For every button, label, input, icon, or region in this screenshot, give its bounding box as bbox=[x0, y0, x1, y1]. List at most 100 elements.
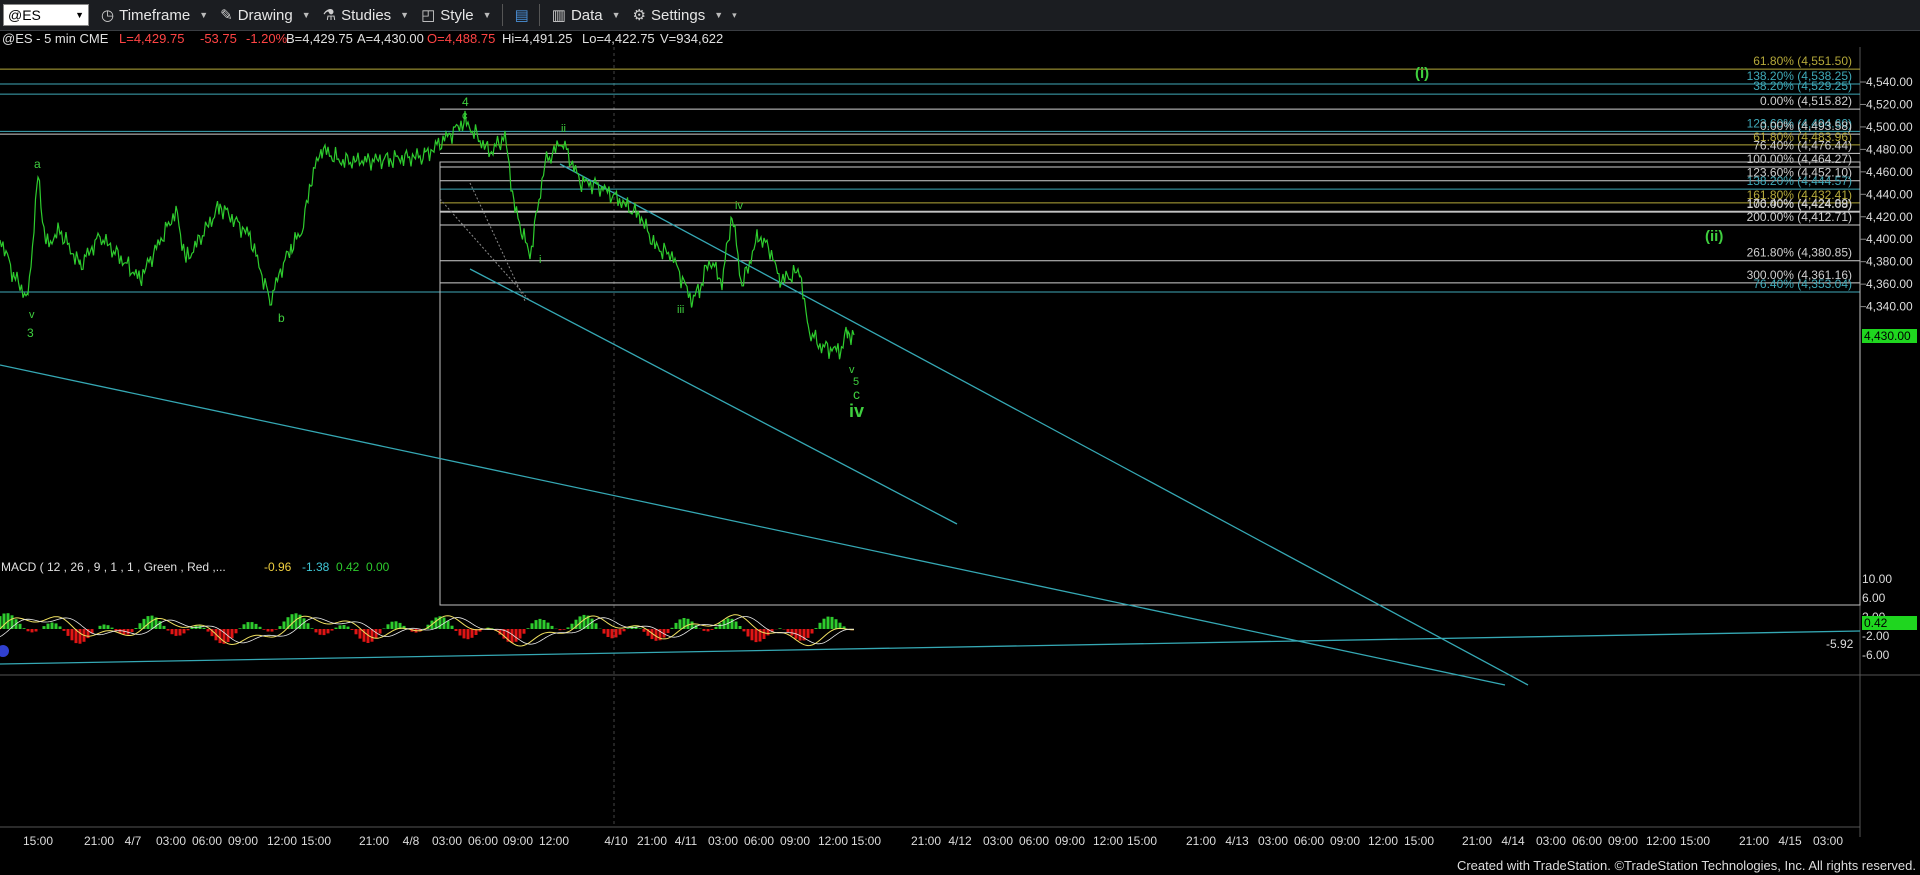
time-tick-label: 21:00 bbox=[911, 834, 941, 848]
time-tick-label: 06:00 bbox=[744, 834, 774, 848]
macd-value-4: 0.00 bbox=[366, 560, 390, 574]
macd-label: MACD ( 12 , 26 , 9 , 1 , 1 , Green , Red… bbox=[1, 560, 226, 574]
window-layout-icon: ▤ bbox=[514, 7, 529, 24]
chevron-down-icon: ▼ bbox=[714, 10, 724, 20]
chevron-down-icon: ▼ bbox=[611, 10, 621, 20]
chevron-down-icon: ▼ bbox=[400, 10, 410, 20]
time-tick-label: 15:00 bbox=[1680, 834, 1710, 848]
fib-level-label: 138.20% (4,444.57) bbox=[1747, 174, 1852, 188]
price-tick-label: 4,460.00 bbox=[1866, 165, 1913, 179]
bar-chart-icon: ▥ bbox=[551, 7, 566, 24]
price-tick-label: 4,400.00 bbox=[1866, 232, 1913, 246]
wave-label-i-paren: (i) bbox=[1415, 65, 1429, 82]
gear-icon: ⚙ bbox=[632, 7, 646, 24]
time-tick-label: 4/11 bbox=[675, 834, 698, 848]
time-tick-label: 4/7 bbox=[125, 834, 142, 848]
dashed-connector bbox=[439, 198, 531, 302]
macd-value-3: 0.42 bbox=[336, 560, 360, 574]
time-tick-label: 21:00 bbox=[1739, 834, 1769, 848]
wave-label-v: v bbox=[29, 309, 35, 321]
time-tick-label: 03:00 bbox=[156, 834, 186, 848]
time-tick-label: 06:00 bbox=[192, 834, 222, 848]
current-price-label: 4,430.00 bbox=[1864, 329, 1911, 343]
fib-box bbox=[439, 161, 1861, 606]
price-tick-label: 4,360.00 bbox=[1866, 277, 1913, 291]
net-change: -53.75 bbox=[200, 31, 237, 46]
data-label: Data bbox=[570, 6, 603, 24]
macd-line-value: -5.92 bbox=[1826, 637, 1854, 651]
time-tick-label: 21:00 bbox=[359, 834, 389, 848]
time-tick-label: 03:00 bbox=[1813, 834, 1843, 848]
price-tick-label: 4,480.00 bbox=[1866, 142, 1913, 156]
wave-label-iv: iv bbox=[735, 200, 743, 212]
time-tick-label: 09:00 bbox=[1055, 834, 1085, 848]
macd-value-2: -1.38 bbox=[302, 560, 330, 574]
chevron-down-icon: ▼ bbox=[199, 10, 209, 20]
time-tick-label: 21:00 bbox=[1462, 834, 1492, 848]
drawing-button[interactable]: ✎ Drawing ▼ bbox=[220, 6, 311, 25]
time-tick-label: 12:00 bbox=[539, 834, 569, 848]
price-tick-label: 4,420.00 bbox=[1866, 210, 1913, 224]
macd-value-1: -0.96 bbox=[264, 560, 292, 574]
macd-tick-label: 6.00 bbox=[1862, 591, 1886, 605]
clock-icon: ◷ bbox=[101, 7, 115, 24]
toolbar-divider bbox=[538, 4, 540, 26]
symbol-selector[interactable]: @ES ▼ bbox=[3, 4, 89, 26]
price-tick-label: 4,340.00 bbox=[1866, 300, 1913, 314]
time-tick-label: 21:00 bbox=[84, 834, 114, 848]
time-tick-label: 09:00 bbox=[1608, 834, 1638, 848]
time-tick-label: 03:00 bbox=[432, 834, 462, 848]
price-tick-label: 4,380.00 bbox=[1866, 255, 1913, 269]
price-tick-label: 4,540.00 bbox=[1866, 75, 1913, 89]
price-tick-label: 4,520.00 bbox=[1866, 97, 1913, 111]
fib-level-label: 76.40% (4,353.04) bbox=[1753, 277, 1852, 291]
percent-change: -1.20% bbox=[246, 31, 288, 46]
wave-label-iv-main: iv bbox=[849, 401, 864, 421]
chevron-down-icon: ▼ bbox=[482, 10, 492, 20]
style-button[interactable]: ◰ Style ▼ bbox=[421, 6, 492, 25]
wave-label-ii: ii bbox=[561, 123, 566, 135]
time-tick-label: 09:00 bbox=[503, 834, 533, 848]
fib-level-label: 76.40% (4,476.44) bbox=[1753, 138, 1852, 152]
time-tick-label: 06:00 bbox=[1572, 834, 1602, 848]
studies-label: Studies bbox=[341, 6, 392, 24]
symbol-info: @ES - 5 min CME bbox=[2, 31, 109, 46]
timeframe-label: Timeframe bbox=[119, 6, 191, 24]
price-axis: 4,540.00 4,520.00 4,500.00 4,480.00 4,460.00… bbox=[1860, 75, 1913, 314]
fib-level-label: 0.00% (4,515.82) bbox=[1760, 94, 1852, 108]
time-tick-label: 09:00 bbox=[780, 834, 810, 848]
volume: V=934,622 bbox=[660, 31, 723, 46]
fibonacci-levels: 61.80% (4,551.50)138.20% (4,538.25)38.20… bbox=[0, 54, 1860, 293]
studies-button[interactable]: ⚗ Studies ▼ bbox=[322, 6, 410, 25]
time-tick-label: 4/13 bbox=[1225, 834, 1249, 848]
time-tick-label: 12:00 bbox=[1093, 834, 1123, 848]
settings-button[interactable]: ⚙ Settings ▼ ▾ bbox=[632, 6, 737, 25]
high-price: Hi=4,491.25 bbox=[502, 31, 572, 46]
time-tick-label: 12:00 bbox=[1646, 834, 1676, 848]
wave-label-iii: iii bbox=[677, 304, 684, 316]
fib-level-label: 38.20% (4,529.25) bbox=[1753, 79, 1852, 93]
wave-label-v-small: v bbox=[849, 364, 855, 376]
flask-icon: ⚗ bbox=[322, 7, 337, 24]
time-tick-label: 12:00 bbox=[818, 834, 848, 848]
time-tick-label: 03:00 bbox=[1536, 834, 1566, 848]
time-tick-label: 15:00 bbox=[23, 834, 53, 848]
layout-button[interactable]: ▤ bbox=[515, 6, 529, 24]
time-tick-label: 06:00 bbox=[1019, 834, 1049, 848]
style-icon: ◰ bbox=[421, 7, 436, 24]
bid-price: B=4,429.75 bbox=[286, 31, 353, 46]
wave-label-a: a bbox=[34, 157, 41, 171]
time-tick-label: 15:00 bbox=[1127, 834, 1157, 848]
pencil-icon: ✎ bbox=[220, 7, 233, 24]
data-button[interactable]: ▥ Data ▼ bbox=[551, 6, 621, 25]
settings-label: Settings bbox=[651, 6, 706, 24]
time-tick-label: 12:00 bbox=[1368, 834, 1398, 848]
channel-lower-line bbox=[469, 268, 958, 525]
price-chart[interactable]: @ES - 5 min CME L=4,429.75 -53.75 -1.20%… bbox=[0, 31, 1920, 856]
time-tick-label: 4/15 bbox=[1778, 834, 1802, 848]
macd-tick-label: -6.00 bbox=[1862, 648, 1890, 662]
time-tick-label: 15:00 bbox=[851, 834, 881, 848]
price-series bbox=[0, 110, 855, 360]
timeframe-button[interactable]: ◷ Timeframe ▼ bbox=[101, 6, 209, 25]
wave-label-ii-paren: (ii) bbox=[1705, 228, 1723, 245]
